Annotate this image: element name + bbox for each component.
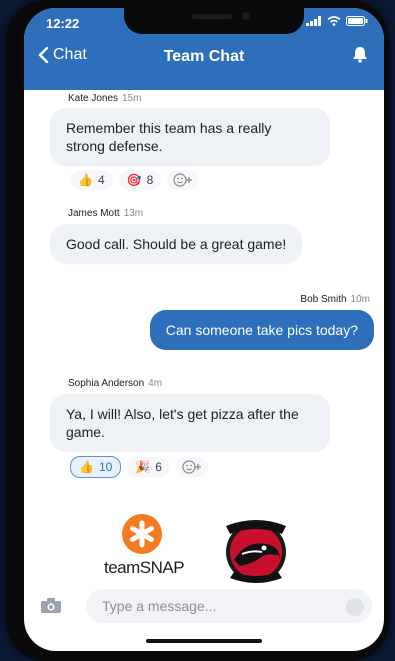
send-button[interactable] [346,598,364,616]
reaction-count: 4 [97,173,105,187]
message-bubble[interactable]: Ya, I will! Also, let's get pizza after … [50,394,330,452]
message-time: 10m [350,294,370,305]
reaction-bar: 👍 4 🎯 8 [70,170,200,190]
add-reaction-button[interactable] [167,170,200,190]
message-bubble-own[interactable]: Can someone take pics today? [149,310,374,350]
reaction-party[interactable]: 🎉 6 [127,457,170,477]
message-time: 4m [148,378,163,389]
message-author: Bob Smith 10m [300,294,370,305]
phone-frame: 12:22 Chat Team Chat Kate Jones 15m Remem… [6,0,389,661]
thumbs-up-icon: 👍 [79,460,94,474]
app-header: 12:22 Chat Team Chat [24,8,384,90]
party-icon: 🎉 [135,460,151,474]
message-time: 15m [122,93,142,104]
page-title: Team Chat [163,48,245,65]
author-name: Bob Smith [300,294,347,305]
camera-button[interactable] [40,597,62,619]
author-name: James Mott [68,208,120,219]
home-indicator [146,639,262,643]
message-time: 13m [123,208,144,219]
reaction-thumbs-up[interactable]: 👍 10 [70,456,122,478]
teamsnap-star-icon [122,514,162,554]
status-icons [306,16,368,26]
message-author: James Mott 13m [68,208,143,219]
notch [124,8,304,34]
reaction-target[interactable]: 🎯 8 [118,170,162,190]
reaction-thumbs-up[interactable]: 👍 4 [70,170,113,190]
message-composer [24,585,384,629]
reaction-count: 8 [146,173,154,187]
reaction-bar: 👍 10 🎉 6 [70,456,208,478]
screen: 12:22 Chat Team Chat Kate Jones 15m Remem… [24,8,384,651]
wifi-icon [327,16,341,26]
battery-icon [346,16,368,26]
status-time: 12:22 [46,16,80,31]
add-reaction-button[interactable] [175,457,208,477]
teamsnap-logo: teamSNAP [104,514,185,578]
author-name: Kate Jones [68,93,119,104]
target-icon: 🎯 [126,173,142,187]
author-name: Sophia Anderson [68,378,145,389]
add-emoji-icon [182,460,201,474]
message-author: Sophia Anderson 4m [68,378,162,389]
notifications-button[interactable] [352,46,368,68]
message-input[interactable] [86,589,372,623]
teamsnap-wordmark: teamSNAP [104,558,185,577]
northwest-hockey-logo [216,510,296,590]
reaction-count: 6 [155,460,162,474]
signal-icon [306,16,321,26]
camera-icon [41,598,61,613]
add-emoji-icon [173,173,193,187]
message-bubble[interactable]: Good call. Should be a great game! [50,224,303,264]
thumbs-up-icon: 👍 [78,173,93,187]
message-bubble[interactable]: Remember this team has a really strong d… [50,108,330,166]
reaction-count: 10 [98,460,113,474]
message-author: Kate Jones 15m [68,93,142,104]
bell-icon [353,47,367,63]
